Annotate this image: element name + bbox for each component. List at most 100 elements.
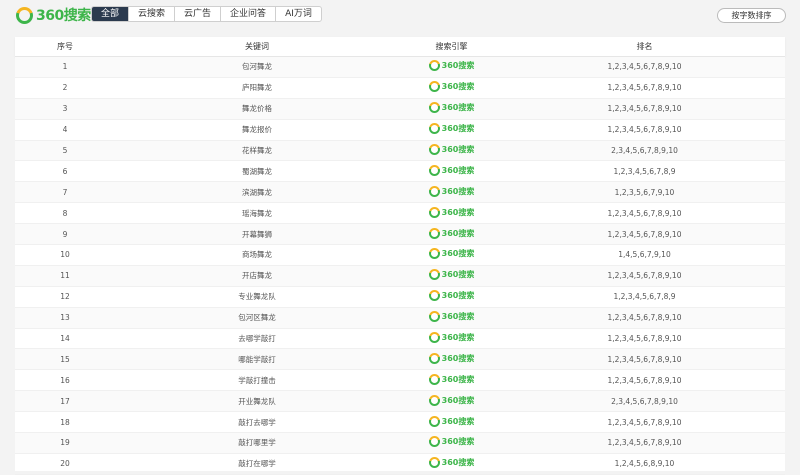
row-rank: 2,3,4,5,6,7,8,9,10 (611, 396, 678, 406)
filter-tabs: 全部 云搜索 云广告 企业问答 AI万词 (91, 6, 322, 22)
engine-badge: 360搜索 (428, 311, 474, 323)
360-logo-icon (428, 436, 440, 448)
tab-cloud-ads[interactable]: 云广告 (175, 7, 222, 21)
row-rank: 1,2,3,4,5,6,7,8,9,10 (607, 62, 682, 72)
engine-label: 360搜索 (441, 82, 475, 92)
row-rank: 1,2,3,4,5,6,7,8,9,10 (607, 208, 682, 218)
table-row: 5 花样舞龙 360搜索 2,3,4,5,6,7,8,9,10 (15, 140, 785, 162)
360-logo-icon (428, 81, 440, 93)
table-row: 9 开幕舞狮 360搜索 1,2,3,4,5,6,7,8,9,10 (15, 224, 785, 246)
engine-badge: 360搜索 (428, 394, 475, 406)
360-logo-icon (16, 6, 33, 24)
row-rank: 1,2,3,4,5,6,7,8,9,10 (607, 104, 682, 114)
row-index: 17 (60, 396, 70, 406)
row-engine: 360搜索 (399, 81, 504, 94)
table-row: 20 敲打在哪学 360搜索 1,2,4,5,6,8,9,10 (15, 454, 785, 475)
360-logo-icon (428, 311, 440, 323)
engine-badge: 360搜索 (428, 227, 475, 239)
row-index: 20 (60, 459, 70, 469)
row-keyword: 花样舞龙 (242, 146, 272, 155)
row-keyword: 开店舞龙 (242, 271, 272, 281)
row-rank: 1,2,3,4,5,6,7,8,9,10 (607, 375, 682, 385)
column-header-index: 序号 (57, 42, 73, 51)
table-header: 序号 关键词 搜索引擎 排名 (15, 37, 785, 57)
row-rank: 1,2,4,5,6,8,9,10 (614, 459, 675, 469)
logo-text: 360搜索 (36, 8, 91, 24)
engine-label: 360搜索 (441, 228, 475, 238)
360-logo-icon (428, 332, 440, 344)
tab-enterprise-qa[interactable]: 企业问答 (221, 7, 277, 21)
row-index: 9 (62, 229, 68, 239)
row-engine: 360搜索 (399, 394, 504, 408)
engine-label: 360搜索 (441, 61, 475, 71)
row-keyword: 学敲打撞击 (238, 375, 276, 385)
row-index: 2 (62, 83, 68, 93)
engine-badge: 360搜索 (428, 164, 475, 176)
row-keyword: 瑶海舞龙 (242, 208, 272, 218)
table-row: 10 商场舞龙 360搜索 1,4,5,6,7,9,10 (15, 245, 785, 266)
row-engine: 360搜索 (399, 144, 504, 157)
table-row: 13 包河区舞龙 360搜索 1,2,3,4,5,6,7,8,9,10 (15, 307, 785, 329)
engine-badge: 360搜索 (428, 373, 475, 385)
row-keyword: 舞龙价格 (242, 104, 272, 114)
engine-badge: 360搜索 (428, 123, 474, 135)
row-index: 8 (62, 208, 68, 218)
engine-badge: 360搜索 (428, 185, 475, 197)
row-engine: 360搜索 (399, 164, 504, 178)
row-keyword: 去哪学敲打 (238, 334, 276, 344)
row-rank: 1,2,3,4,5,6,7,8,9,10 (607, 125, 682, 135)
table-row: 6 蜀湖舞龙 360搜索 1,2,3,4,5,6,7,8,9 (15, 161, 785, 183)
row-keyword: 哪能学敲打 (238, 354, 276, 364)
row-keyword: 舞龙报价 (242, 125, 272, 135)
row-index: 15 (60, 354, 70, 364)
tab-ai-words[interactable]: AI万词 (276, 7, 321, 21)
engine-badge: 360搜索 (428, 60, 475, 72)
table-row: 19 敲打哪里学 360搜索 1,2,3,4,5,6,7,8,9,10 (15, 433, 785, 454)
row-index: 3 (62, 104, 68, 114)
row-keyword: 包河舞龙 (242, 62, 272, 72)
360-logo-icon (428, 144, 440, 155)
row-rank: 1,2,3,5,6,7,9,10 (614, 187, 675, 197)
engine-label: 360搜索 (441, 207, 475, 217)
table-row: 12 专业舞龙队 360搜索 1,2,3,4,5,6,7,8,9 (15, 287, 785, 308)
row-index: 13 (60, 313, 70, 323)
row-rank: 1,4,5,6,7,9,10 (618, 250, 671, 260)
tab-cloud-search[interactable]: 云搜索 (129, 7, 176, 21)
engine-badge: 360搜索 (428, 457, 474, 469)
row-engine: 360搜索 (399, 248, 504, 261)
row-index: 16 (60, 375, 70, 385)
row-keyword: 包河区舞龙 (238, 313, 276, 323)
top-bar: 360搜索 全部 云搜索 云广告 企业问答 AI万词 按字数排序 (0, 0, 800, 30)
row-rank: 1,2,3,4,5,6,7,8,9 (613, 166, 676, 176)
table-row: 14 去哪学敲打 360搜索 1,2,3,4,5,6,7,8,9,10 (15, 329, 785, 350)
row-rank: 1,2,3,4,5,6,7,8,9 (613, 292, 676, 302)
logo[interactable]: 360搜索 (16, 6, 91, 24)
table-row: 1 包河舞龙 360搜索 1,2,3,4,5,6,7,8,9,10 (15, 57, 785, 78)
row-rank: 1,2,3,4,5,6,7,8,9,10 (607, 83, 682, 93)
table-row: 17 开业舞龙队 360搜索 2,3,4,5,6,7,8,9,10 (15, 391, 785, 413)
row-rank: 1,2,3,4,5,6,7,8,9,10 (607, 313, 682, 323)
tab-all[interactable]: 全部 (92, 7, 130, 21)
column-header-keyword: 关键词 (245, 42, 269, 51)
sort-by-length-button[interactable]: 按字数排序 (717, 8, 786, 23)
row-engine: 360搜索 (399, 436, 504, 449)
engine-label: 360搜索 (441, 165, 475, 175)
table-row: 7 滨湖舞龙 360搜索 1,2,3,5,6,7,9,10 (15, 182, 785, 204)
engine-badge: 360搜索 (428, 290, 474, 302)
table-row: 18 敲打去哪学 360搜索 1,2,3,4,5,6,7,8,9,10 (15, 412, 785, 434)
table-row: 3 舞龙价格 360搜索 1,2,3,4,5,6,7,8,9,10 (15, 98, 785, 120)
engine-label: 360搜索 (441, 416, 475, 426)
engine-label: 360搜索 (441, 270, 475, 280)
row-keyword: 开业舞龙队 (238, 396, 276, 406)
row-rank: 2,3,4,5,6,7,8,9,10 (611, 146, 678, 155)
engine-label: 360搜索 (441, 374, 475, 384)
engine-label: 360搜索 (441, 395, 475, 405)
360-logo-icon (428, 415, 440, 427)
row-index: 14 (60, 334, 70, 344)
row-keyword: 专业舞龙队 (238, 292, 276, 302)
table-row: 16 学敲打撞击 360搜索 1,2,3,4,5,6,7,8,9,10 (15, 370, 785, 392)
engine-label: 360搜索 (441, 186, 475, 196)
row-index: 11 (60, 271, 70, 281)
engine-label: 360搜索 (441, 333, 475, 343)
ranking-table: 序号 关键词 搜索引擎 排名 1 包河舞龙 360搜索 1,2,3,4,5,6,7,8… (15, 37, 785, 475)
